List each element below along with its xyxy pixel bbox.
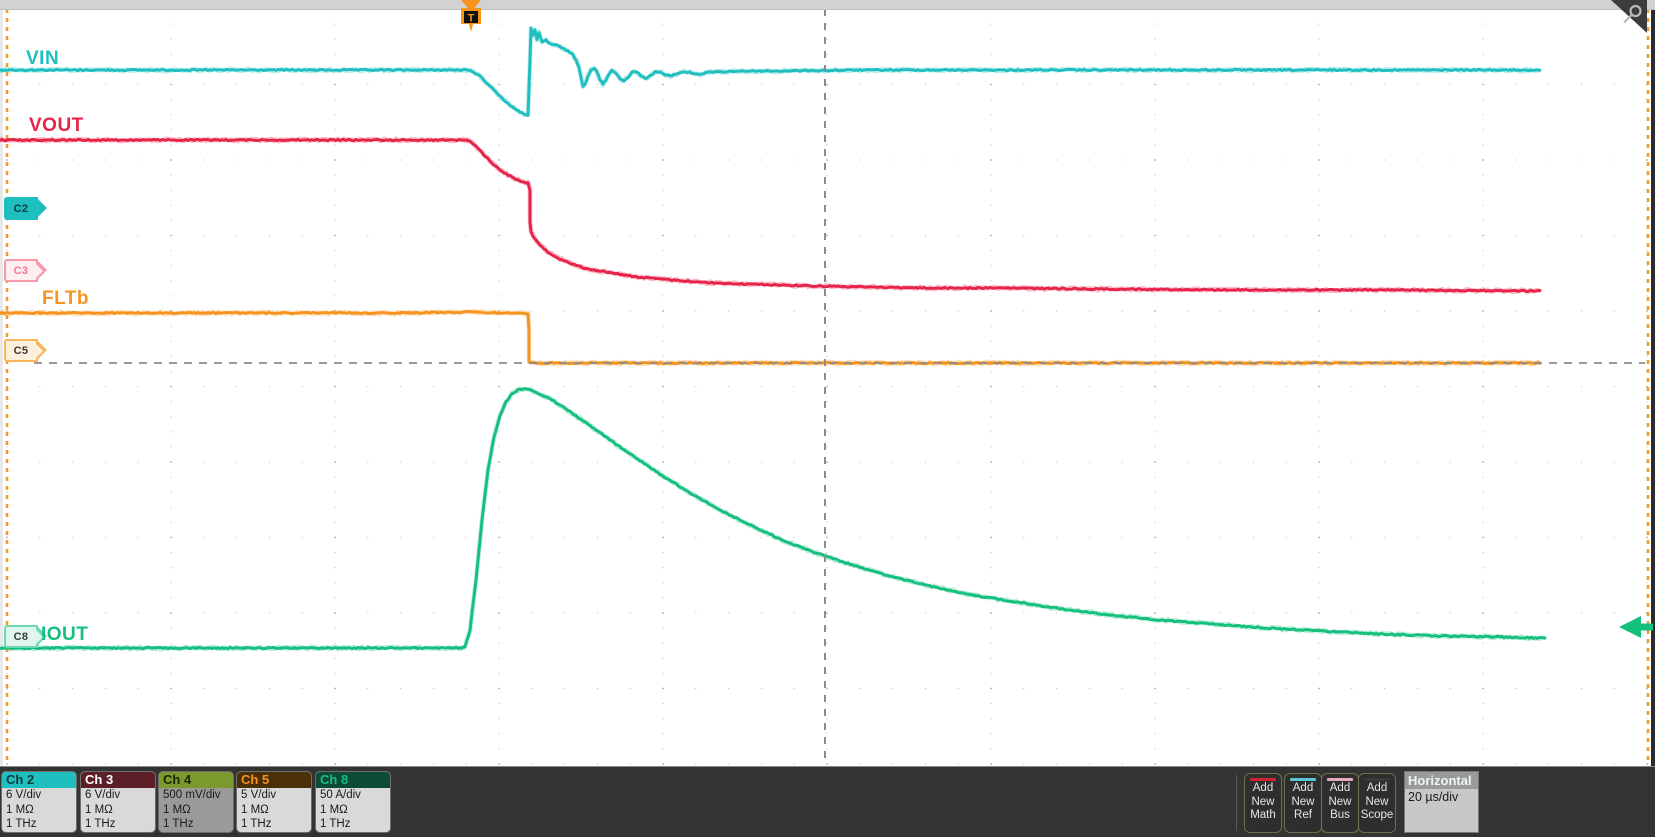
channel-badge-label: C3 (13, 265, 29, 277)
channel-badge-c2[interactable]: C2 (4, 197, 47, 220)
add-new-label-line: Add (1292, 782, 1314, 794)
horizontal-tile-title: Horizontal (1405, 772, 1478, 789)
channel-tile-settings: 5 V/div 1 MΩ 1 THz (237, 788, 311, 832)
channel-tile-settings: 6 V/div 1 MΩ 1 THz (81, 788, 155, 832)
wave-label-vin[interactable]: VIN (26, 48, 59, 70)
color-swatch (1327, 778, 1353, 781)
channel-scale: 6 V/div (85, 789, 121, 801)
channel-tile-ch8[interactable]: Ch 8 50 A/div 1 MΩ 1 THz (315, 771, 391, 833)
channel-impedance: 1 MΩ (6, 803, 34, 816)
channel-tile-settings: 6 V/div 1 MΩ 1 THz (2, 788, 76, 832)
add-new-label-line: New (1365, 795, 1389, 808)
horizontal-timebase-value: 20 µs/div (1408, 790, 1459, 804)
add-new-label-line: Add (1329, 782, 1351, 794)
channel-tile-title: Ch 5 (237, 772, 311, 788)
color-swatch (1364, 778, 1390, 781)
add-new-label-line: New (1328, 795, 1352, 808)
add-new-label-line: Bus (1330, 809, 1350, 821)
channel-bandwidth: 1 THz (320, 818, 351, 830)
add-new-label-line: New (1291, 795, 1315, 808)
trigger-marker-label: T (468, 13, 475, 25)
add-new-ref[interactable]: Add New Ref (1284, 773, 1322, 833)
channel-tile-ch3[interactable]: Ch 36 V/div 1 MΩ 1 THz (80, 771, 156, 833)
toolbar-divider (1236, 775, 1237, 831)
channel-scale: 5 V/div (241, 789, 277, 801)
channel-scale: 50 A/div (320, 789, 361, 801)
channel-badge-c3[interactable]: C3 (4, 259, 47, 282)
horizontal-settings-tile[interactable]: Horizontal 20 µs/div (1404, 771, 1479, 833)
channel-impedance: 1 MΩ (85, 803, 113, 816)
channel-scale: 500 mV/div (163, 789, 221, 801)
channel-scale: 6 V/div (6, 789, 42, 801)
plot-overlay-markers (34, 9, 1653, 764)
add-new-scope[interactable]: Add New Scope (1358, 773, 1396, 833)
wave-label-vout[interactable]: VOUT (29, 115, 84, 137)
channel-badge-label: C8 (13, 631, 29, 643)
channel-badge-c5[interactable]: C5 (4, 339, 47, 362)
add-new-label-line: Ref (1294, 809, 1312, 821)
add-new-label-line: Add (1366, 782, 1388, 794)
add-new-math[interactable]: Add New Math (1244, 773, 1282, 833)
channel-tile-title: Ch 8 (316, 772, 390, 788)
arrow-left-icon-tail (1641, 623, 1653, 631)
channel-bandwidth: 1 THz (6, 818, 37, 830)
oscilloscope-window: C2 C3 C5 C8 VIN VOUT FLTb IOUT T Ch 26 V/div (0, 0, 1655, 837)
add-new-label-line: Add (1252, 782, 1274, 794)
add-new-label-line: New (1251, 795, 1275, 808)
channel-tile-ch5[interactable]: Ch 55 V/div 1 MΩ 1 THz (236, 771, 312, 833)
waveform-plot-area[interactable]: C2 C3 C5 C8 VIN VOUT FLTb IOUT T (0, 0, 1655, 766)
trigger-level-marker[interactable]: T (458, 0, 484, 39)
add-new-label-line: Scope (1360, 809, 1394, 821)
channel-tile-title: Ch 3 (81, 772, 155, 788)
horizontal-ruler-strip[interactable] (0, 0, 1655, 10)
channel-tile-title: Ch 4 (159, 772, 233, 788)
add-new-label-line: Math (1250, 809, 1276, 821)
channel-tile-ch2[interactable]: Ch 26 V/div 1 MΩ 1 THz (1, 771, 77, 833)
channel-impedance: 1 MΩ (163, 803, 191, 816)
channel-tile-settings: 50 A/div 1 MΩ 1 THz (316, 788, 390, 832)
channel-impedance: 1 MΩ (241, 803, 269, 816)
channel-bandwidth: 1 THz (241, 818, 272, 830)
wave-label-iout[interactable]: IOUT (41, 624, 88, 646)
channel-badge-label: C2 (13, 203, 29, 215)
channel-tile-settings: 500 mV/div 1 MΩ 1 THz (159, 788, 233, 832)
arrow-left-icon (1619, 616, 1641, 638)
channel-tile-ch4[interactable]: Ch 4 500 mV/div 1 MΩ 1 THz (158, 771, 234, 833)
color-swatch (1290, 778, 1316, 781)
bottom-control-bar: Ch 26 V/div 1 MΩ 1 THz Ch 36 V/div 1 MΩ 1 THz… (0, 766, 1655, 837)
channel-impedance: 1 MΩ (320, 803, 348, 816)
channel-tile-title: Ch 2 (2, 772, 76, 788)
color-swatch (1250, 778, 1276, 781)
channel-bandwidth: 1 THz (163, 818, 194, 830)
wave-label-fltb[interactable]: FLTb (42, 288, 89, 310)
magnifier-icon[interactable] (1611, 0, 1647, 33)
add-new-bus[interactable]: Add New Bus (1321, 773, 1359, 833)
channel-badge-label: C5 (13, 345, 29, 357)
channel-badge-c8[interactable]: C8 (4, 625, 47, 648)
channel-bandwidth: 1 THz (85, 818, 116, 830)
